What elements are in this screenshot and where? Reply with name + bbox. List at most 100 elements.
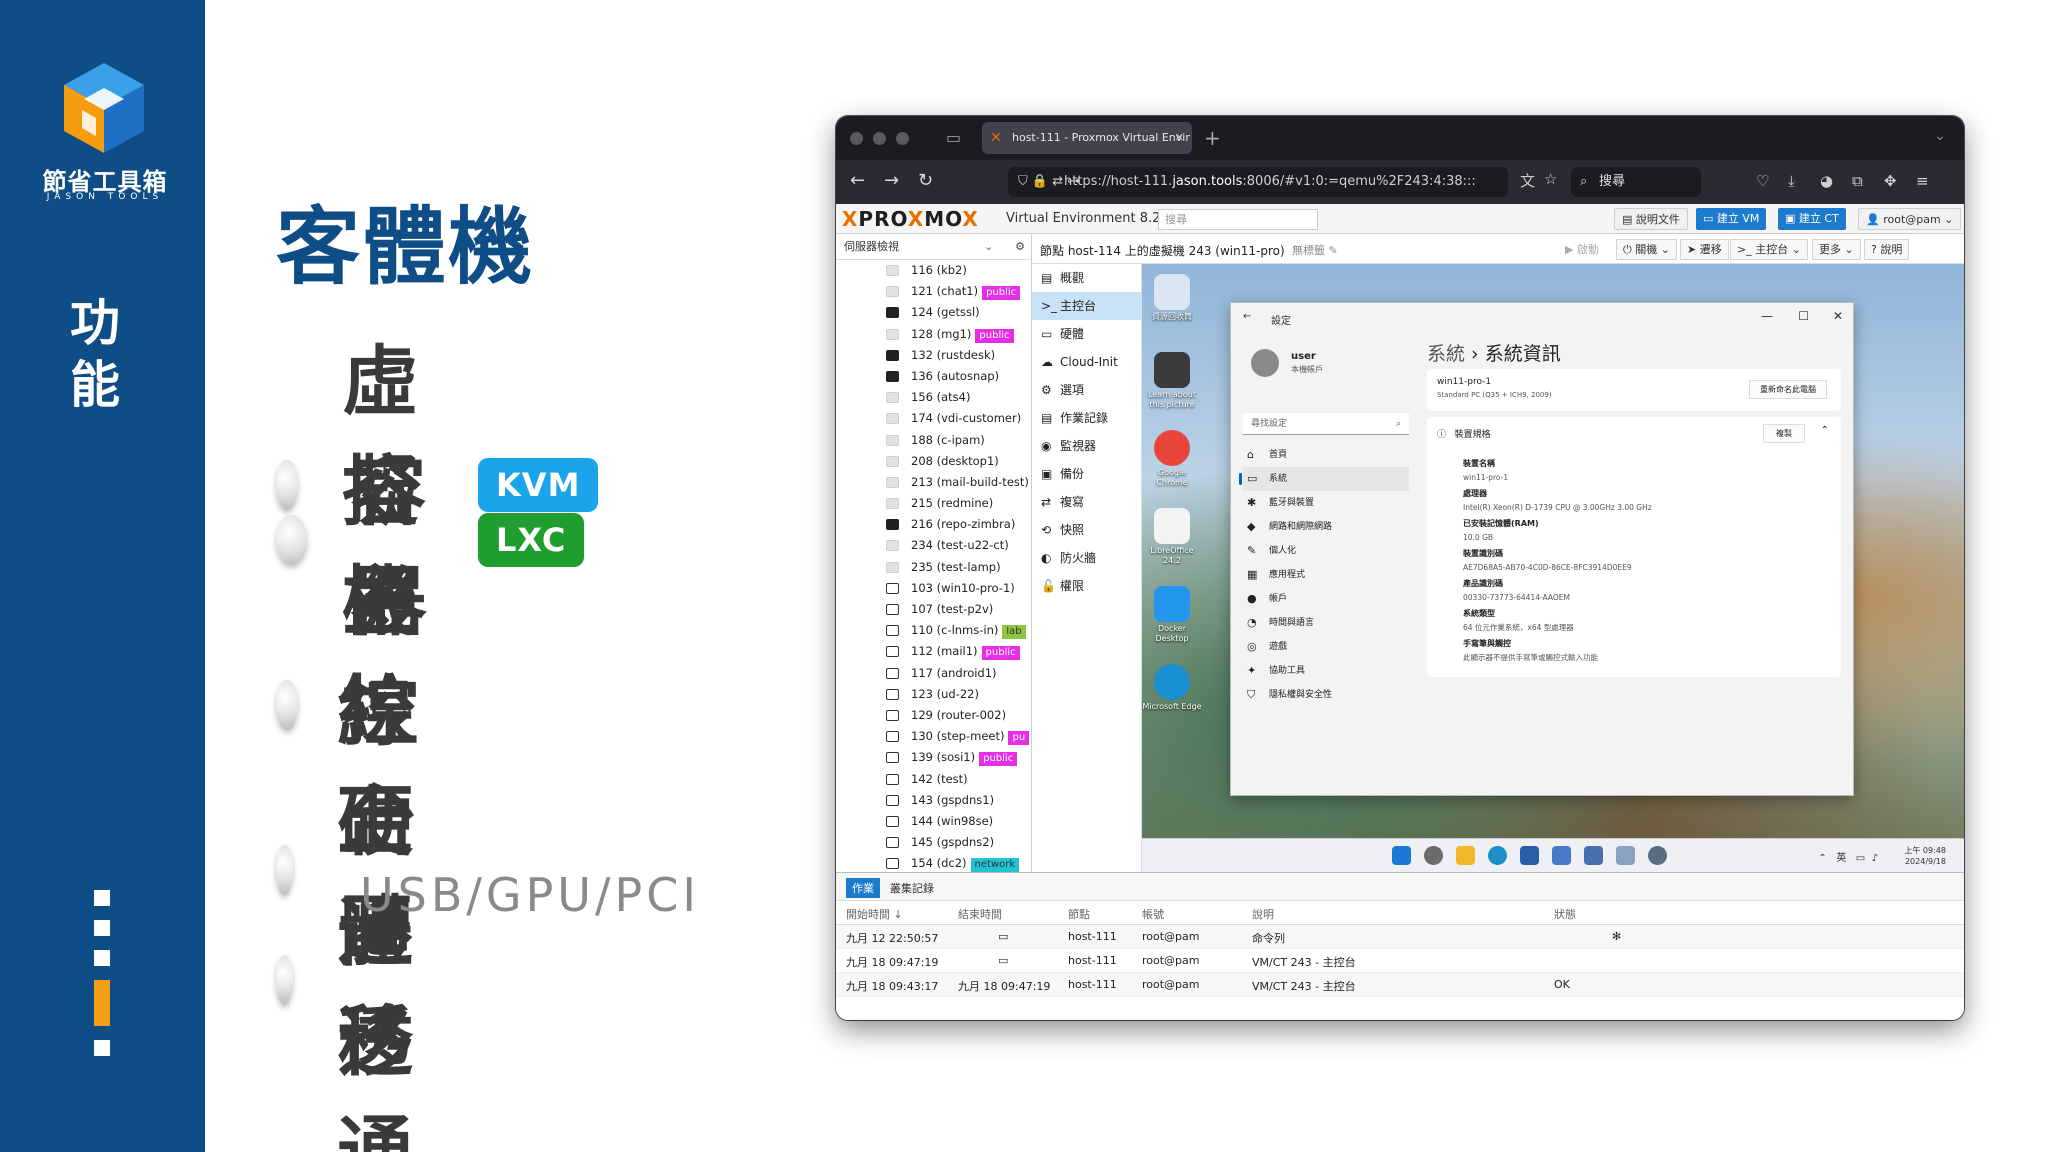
settings-menu-item[interactable]: ◎ 遊戲 [1243,635,1409,659]
vm-console[interactable]: 資源回收筒 Learn about this picture Google Chro… [1142,264,1964,872]
console-button[interactable]: >_ 主控台 ⌄ [1730,239,1808,260]
tree-item[interactable]: 117 (android1) [836,663,1032,684]
desktop-icon[interactable]: Google Chrome [1142,430,1202,508]
desktop-icon[interactable]: LibreOffice 24.2 [1142,508,1202,586]
tree-item[interactable]: 156 (ats4) [836,387,1032,408]
settings-menu-item[interactable]: ⛉ 隱私權與安全性 [1243,683,1409,707]
subnav-item[interactable]: ◉ 監視器 [1032,432,1141,460]
browser-tab[interactable]: ✕ host-111 - Proxmox Virtual Envir ✕ [982,122,1192,154]
extension-icon[interactable]: ⧉ [1852,172,1863,190]
settings-menu-item[interactable]: ▦ 應用程式 [1243,563,1409,587]
tree-item[interactable]: 213 (mail-build-test) [836,472,1032,493]
subnav-item[interactable]: ▭ 硬體 [1032,320,1141,348]
settings-menu-item[interactable]: ◆ 網路和網際網路 [1243,515,1409,539]
column-header[interactable]: 節點 [1068,906,1090,922]
tree-item[interactable]: 235 (test-lamp) [836,557,1032,578]
subnav-item[interactable]: ⟲ 快照 [1032,516,1141,544]
migrate-button[interactable]: ➤ 遷移 [1680,239,1729,260]
subnav-item[interactable]: ▣ 備份 [1032,460,1141,488]
desktop-icon[interactable]: 資源回收筒 [1142,274,1202,352]
menu-icon[interactable]: ≡ [1916,172,1929,190]
subnav-item[interactable]: ☁ Cloud-Init [1032,348,1141,376]
tree-item[interactable]: 216 (repo-zimbra) [836,514,1032,535]
back-arrow-icon[interactable]: ← [1243,311,1251,322]
tree-item[interactable]: 139 (sosi1) public [836,747,1032,768]
tree-item[interactable]: 234 (test-u22-ct) [836,535,1032,556]
search-icon[interactable] [1424,846,1443,865]
settings-gear-icon[interactable] [1648,846,1667,865]
subnav-item[interactable]: ⚙ 選項 [1032,376,1141,404]
tree-item[interactable]: 154 (dc2) network [836,853,1032,872]
tree-item[interactable]: 174 (vdi-customer) [836,408,1032,429]
column-header[interactable]: 開始時間 ↓ [846,906,903,922]
gear-icon[interactable]: ⚙ [1015,234,1025,260]
maximize-window-button[interactable] [896,132,909,145]
tree-item[interactable]: 123 (ud-22) [836,684,1032,705]
tree-item[interactable]: 121 (chat1) public [836,281,1032,302]
translate-icon[interactable]: 文 [1520,170,1535,191]
start-icon[interactable] [1392,846,1411,865]
network-icon[interactable] [1552,846,1571,865]
tab-cluster-log[interactable]: 叢集記錄 [884,878,940,898]
copy-button[interactable]: 複製 [1763,424,1805,443]
edge-icon[interactable] [1488,846,1507,865]
tag-edit[interactable]: 無標籤 ✎ [1292,242,1338,258]
tree-item[interactable]: 116 (kb2) [836,260,1032,281]
tree-item[interactable]: 124 (getssl) [836,302,1032,323]
column-header[interactable]: 帳號 [1142,906,1164,922]
settings-menu-item[interactable]: ● 帳戶 [1243,587,1409,611]
photos-icon[interactable] [1616,846,1635,865]
create-ct-button[interactable]: ▣ 建立 CT [1778,208,1846,230]
more-button[interactable]: 更多 ⌄ [1812,239,1861,260]
table-row[interactable]: 九月 12 22:50:57 host-111 root@pam 命令列 ▭ ✻ [836,925,1964,949]
tree-item[interactable]: 110 (c-lnms-in) lab [836,620,1032,641]
view-selector[interactable]: 伺服器檢視 ⌄ ⚙ [836,234,1031,260]
tree-item[interactable]: 208 (desktop1) [836,451,1032,472]
tree-item[interactable]: 130 (step-meet) pu [836,726,1032,747]
tree-item[interactable]: 145 (gspdns2) [836,832,1032,853]
start-button[interactable]: ▶ 啟動 [1558,239,1606,260]
table-row[interactable]: 九月 18 09:47:19 host-111 root@pam VM/CT 243 … [836,949,1964,973]
address-bar[interactable]: ⛉ 🔒 ⇄ ⊶ https://host-111.jason.tools:800… [1008,167,1508,197]
maximize-icon[interactable]: ☐ [1798,309,1809,323]
store-icon[interactable] [1520,846,1539,865]
puzzle-icon[interactable]: ✥ [1884,172,1897,190]
tree-item[interactable]: 103 (win10-pro-1) [836,578,1032,599]
tree-item[interactable]: 143 (gspdns1) [836,790,1032,811]
tab-overview-icon[interactable]: ▭ [946,128,961,147]
minimize-icon[interactable]: — [1761,309,1773,323]
pocket-icon[interactable]: ♡ [1756,172,1769,190]
minimize-window-button[interactable] [873,132,886,145]
column-header[interactable]: 狀態 [1554,906,1576,922]
taskbar-clock[interactable]: 上午 09:48 2024/9/18 [1904,845,1946,867]
close-window-button[interactable] [850,132,863,145]
settings-search-input[interactable]: 尋找設定 ⌕ [1243,413,1409,435]
tree-item[interactable]: 129 (router-002) [836,705,1032,726]
column-header[interactable]: 說明 [1252,906,1274,922]
desktop-icon[interactable]: Learn about this picture [1142,352,1202,430]
subnav-item[interactable]: >_ 主控台 [1032,292,1141,320]
close-tab-icon[interactable]: ✕ [1175,122,1184,154]
settings-menu-item[interactable]: ▭ 系統 [1239,467,1409,491]
app-icon[interactable] [1584,846,1603,865]
back-button[interactable]: ← [850,170,865,191]
tree-item[interactable]: 136 (autosnap) [836,366,1032,387]
subnav-item[interactable]: 🔓 權限 [1032,572,1141,600]
settings-menu-item[interactable]: ✎ 個人化 [1243,539,1409,563]
tree-item[interactable]: 132 (rustdesk) [836,345,1032,366]
subnav-item[interactable]: ⇄ 複寫 [1032,488,1141,516]
settings-menu-item[interactable]: ◔ 時間與語言 [1243,611,1409,635]
subnav-item[interactable]: ▤ 概觀 [1032,264,1141,292]
table-row[interactable]: 九月 18 09:43:17 九月 18 09:47:19 host-111 root… [836,973,1964,997]
tree-item[interactable]: 107 (test-p2v) [836,599,1032,620]
create-vm-button[interactable]: ▭ 建立 VM [1696,208,1767,230]
desktop-icon[interactable]: Docker Desktop [1142,586,1202,664]
column-header[interactable]: 結束時間 [958,906,1002,922]
forward-button[interactable]: → [884,170,899,191]
reload-button[interactable]: ↻ [918,170,933,191]
desktop-icon[interactable]: Microsoft Edge [1142,664,1202,742]
collapse-chevron-icon[interactable]: ⌃ [1821,425,1829,436]
help-button[interactable]: ? 說明 [1864,239,1910,260]
docs-button[interactable]: ▤ 說明文件 [1614,208,1688,230]
file-explorer-icon[interactable] [1456,846,1475,865]
